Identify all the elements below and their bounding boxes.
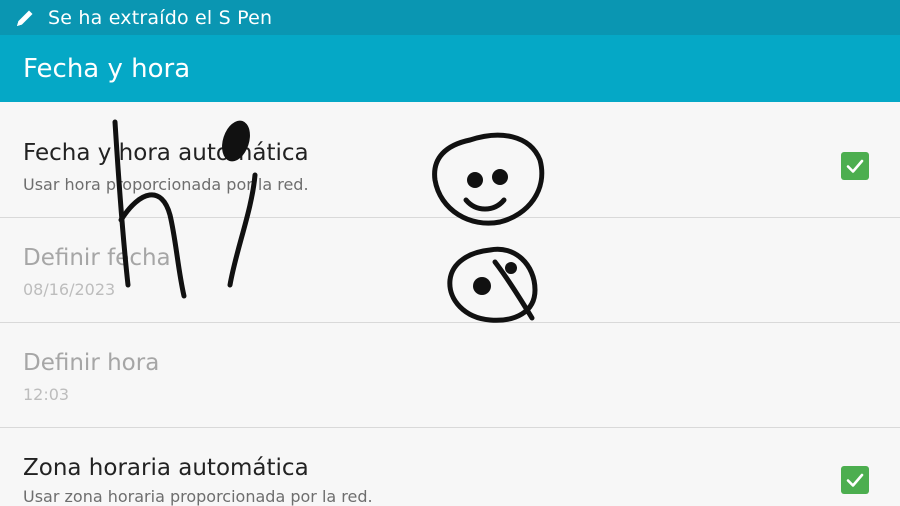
- check-icon: [846, 159, 864, 173]
- status-message: Se ha extraído el S Pen: [48, 6, 273, 29]
- screen: Se ha extraído el S Pen Fecha y hora Fec…: [0, 0, 900, 506]
- auto-time-zone-checkbox[interactable]: [841, 466, 869, 494]
- page-title: Fecha y hora: [23, 53, 191, 84]
- setting-title: Definir hora: [23, 350, 160, 376]
- setting-set-time[interactable]: Definir hora 12:03: [0, 323, 900, 428]
- status-bar: Se ha extraído el S Pen: [0, 0, 900, 35]
- setting-title: Definir fecha: [23, 245, 171, 271]
- setting-summary: 08/16/2023: [23, 280, 116, 299]
- setting-set-date[interactable]: Definir fecha 08/16/2023: [0, 218, 900, 323]
- pen-icon: [14, 7, 36, 29]
- setting-auto-time-zone[interactable]: Zona horaria automática Usar zona horari…: [0, 428, 900, 506]
- setting-summary: Usar zona horaria proporcionada por la r…: [23, 487, 373, 506]
- auto-date-time-checkbox[interactable]: [841, 152, 869, 180]
- check-icon: [846, 473, 864, 487]
- setting-auto-date-time[interactable]: Fecha y hora automática Usar hora propor…: [0, 102, 900, 218]
- settings-list: Fecha y hora automática Usar hora propor…: [0, 102, 900, 506]
- setting-title: Fecha y hora automática: [23, 140, 309, 166]
- setting-summary: Usar hora proporcionada por la red.: [23, 175, 309, 194]
- setting-title: Zona horaria automática: [23, 455, 309, 481]
- setting-summary: 12:03: [23, 385, 70, 404]
- action-bar: Fecha y hora: [0, 35, 900, 102]
